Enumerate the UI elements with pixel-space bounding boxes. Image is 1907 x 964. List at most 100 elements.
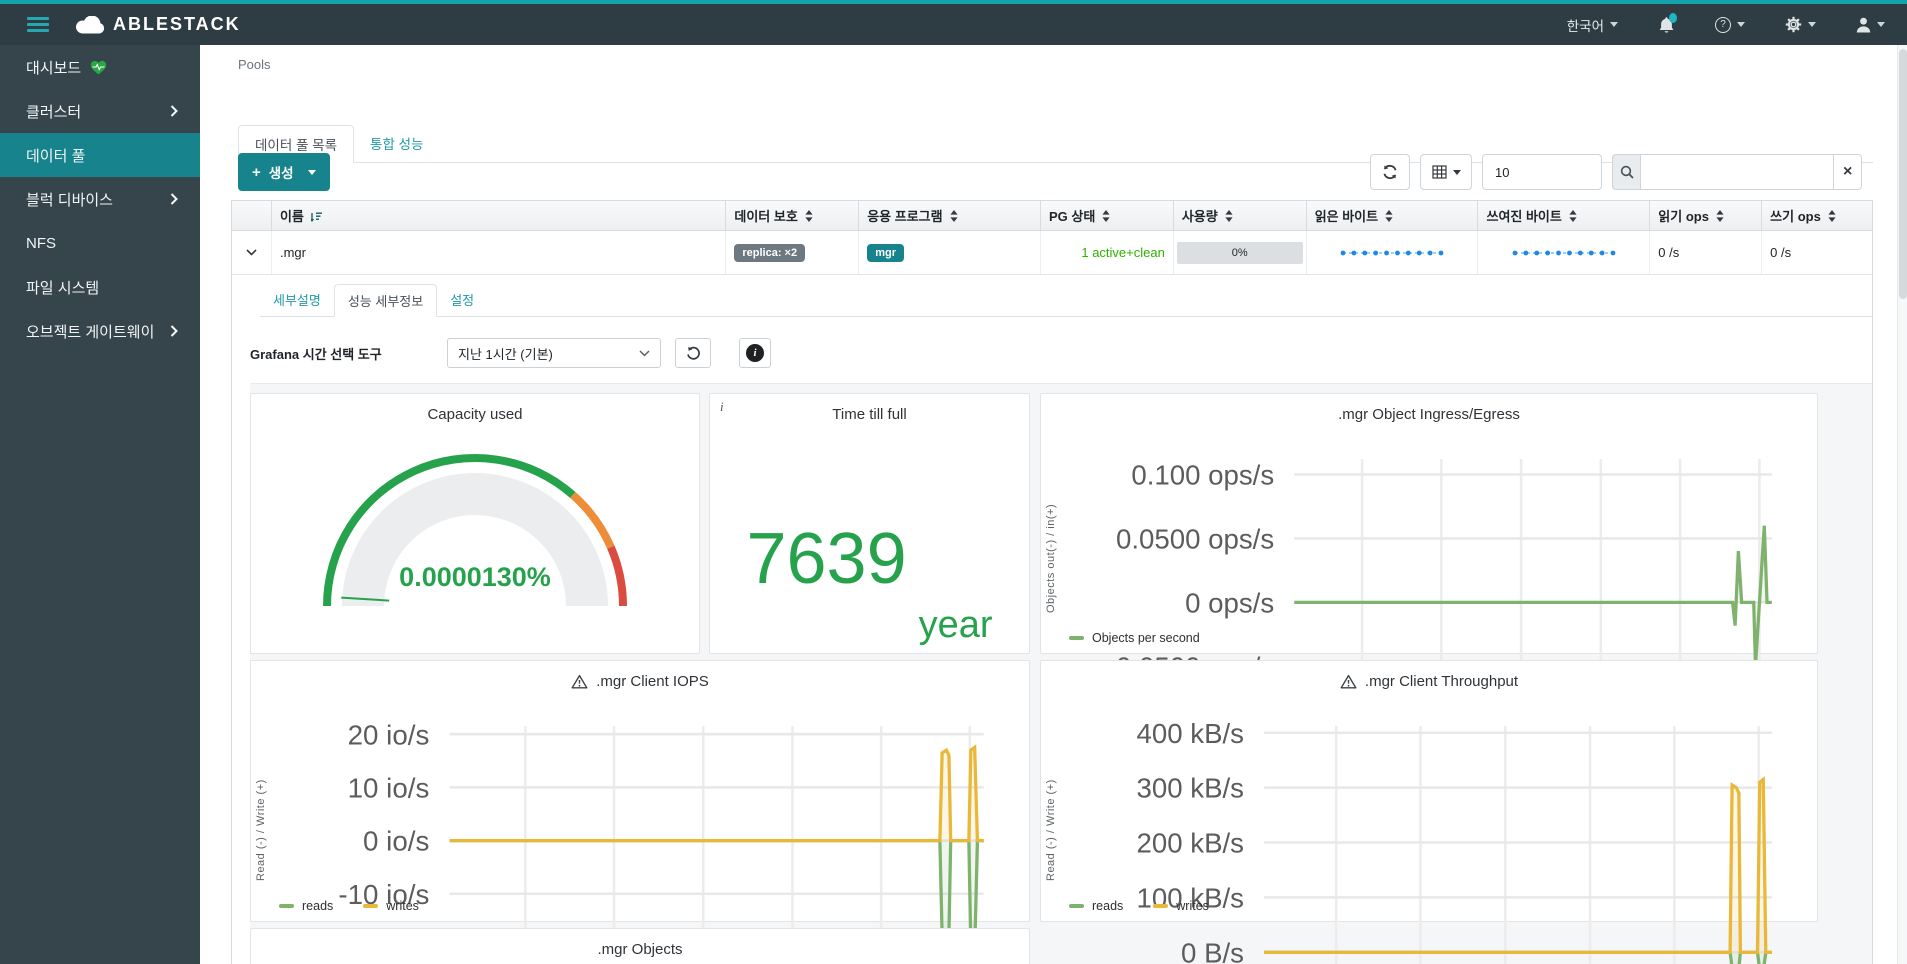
scrollbar-thumb[interactable] xyxy=(1899,49,1907,299)
expand-column-header xyxy=(232,201,272,230)
column-selector-button[interactable] xyxy=(1420,154,1472,190)
column-header-read-bytes[interactable]: 읽은 바이트 xyxy=(1307,201,1479,230)
search-input[interactable] xyxy=(1640,154,1834,190)
column-header-pg-status[interactable]: PG 상태 xyxy=(1041,201,1174,230)
tab-performance-details[interactable]: 성능 세부정보 xyxy=(333,284,438,317)
cell-read-ops: 0 /s xyxy=(1650,231,1763,274)
stat-value: 7639 xyxy=(746,518,907,599)
legend-label: Objects per second xyxy=(1092,631,1200,645)
legend-item[interactable]: reads xyxy=(1069,899,1123,913)
sidebar-nav: 대시보드 클러스터 데이터 풀 블럭 디바이스 NFS 파일 시스템 오브젝트 … xyxy=(0,45,200,964)
table-grid-icon xyxy=(1431,165,1447,179)
panel-title: .mgr Client IOPS xyxy=(596,672,709,690)
sidebar-item-filesystem[interactable]: 파일 시스템 xyxy=(0,265,200,309)
language-label: 한국어 xyxy=(1566,18,1604,34)
time-range-value: 지난 1시간 (기본) xyxy=(458,346,553,362)
column-header-write-ops[interactable]: 쓰기 ops xyxy=(1762,201,1872,230)
sort-icon xyxy=(1716,209,1724,222)
language-menu[interactable]: 한국어 xyxy=(1567,15,1618,35)
legend-item[interactable]: Objects per second xyxy=(1069,631,1200,645)
chevron-down-icon xyxy=(1808,22,1816,27)
panel-object-ingress-egress: .mgr Object Ingress/Egress Objects out(-… xyxy=(1040,393,1818,795)
chart-legend: reads writes xyxy=(1069,899,1209,913)
column-header-name[interactable]: 이름 xyxy=(272,201,727,230)
client-throughput-chart: 15:0015:1015:2015:3015:4015:50400 kB/s30… xyxy=(1137,718,1772,964)
table-header-row: 이름 데이터 보호 응용 프로그램 PG 상태 사용량 읽은 바이트 쓰여진 바… xyxy=(232,201,1872,231)
grafana-info-button[interactable]: i xyxy=(739,338,771,368)
cell-read-bytes xyxy=(1307,231,1479,274)
plus-icon: + xyxy=(252,163,261,181)
sort-icon xyxy=(949,209,958,222)
legend-item[interactable]: writes xyxy=(1153,899,1209,913)
usage-bar: 0% xyxy=(1176,241,1303,264)
notifications-button[interactable] xyxy=(1658,12,1677,34)
table-row[interactable]: .mgr replica: ×2 mgr 1 active+clean 0% 0… xyxy=(232,231,1872,275)
svg-text:0.100 ops/s: 0.100 ops/s xyxy=(1131,460,1274,491)
svg-text:0 B/s: 0 B/s xyxy=(1181,937,1244,964)
create-button[interactable]: + 생성 xyxy=(238,153,330,191)
cell-usage: 0% xyxy=(1174,231,1307,274)
heart-pulse-icon xyxy=(90,60,107,75)
column-header-application[interactable]: 응용 프로그램 xyxy=(859,201,1041,230)
gear-icon xyxy=(1785,16,1802,33)
settings-menu[interactable] xyxy=(1785,16,1816,33)
user-icon xyxy=(1856,17,1871,32)
sidebar-item-pools[interactable]: 데이터 풀 xyxy=(0,133,200,177)
chevron-right-icon xyxy=(170,105,178,117)
time-range-select[interactable]: 지난 1시간 (기본) xyxy=(447,338,661,368)
detail-tabbar: 세부설명 성능 세부정보 설정 xyxy=(260,284,1872,317)
grafana-time-row: Grafana 시간 선택 도구 지난 1시간 (기본) i xyxy=(250,338,771,368)
cell-application: mgr xyxy=(859,231,1041,274)
create-button-label: 생성 xyxy=(268,166,294,181)
legend-swatch xyxy=(1069,636,1084,640)
notification-badge xyxy=(1669,12,1677,23)
chevron-down-icon xyxy=(1610,22,1618,27)
breadcrumb: Pools xyxy=(238,57,271,72)
page-scrollbar xyxy=(1897,45,1907,964)
sidebar-item-block-devices[interactable]: 블럭 디바이스 xyxy=(0,177,200,221)
row-expand-toggle[interactable] xyxy=(232,231,272,274)
info-corner-icon: i xyxy=(720,399,724,414)
main-content: Pools 데이터 풀 목록 통합 성능 + 생성 10 × 이름 데이터 보호… xyxy=(200,45,1907,964)
chevron-down-icon xyxy=(639,349,650,357)
column-header-read-ops[interactable]: 읽기 ops xyxy=(1650,201,1763,230)
sort-icon xyxy=(1569,209,1577,222)
legend-label: writes xyxy=(1176,899,1209,913)
tab-configuration[interactable]: 설정 xyxy=(437,284,487,317)
legend-item[interactable]: reads xyxy=(279,899,333,913)
search-group: × xyxy=(1612,154,1862,190)
reset-time-button[interactable] xyxy=(675,338,711,368)
legend-item[interactable]: writes xyxy=(363,899,419,913)
help-icon: ? xyxy=(1715,16,1731,33)
sidebar-item-nfs[interactable]: NFS xyxy=(0,221,200,265)
tab-details[interactable]: 세부설명 xyxy=(260,284,334,317)
help-menu[interactable]: ? xyxy=(1715,16,1745,33)
cell-pool-name: .mgr xyxy=(272,231,727,274)
legend-label: reads xyxy=(302,899,334,913)
brand-logo[interactable]: ABLESTACK xyxy=(75,14,241,35)
chevron-down-icon xyxy=(307,169,316,175)
warning-icon xyxy=(571,674,588,688)
legend-label: writes xyxy=(386,899,419,913)
application-badge: mgr xyxy=(867,243,904,262)
sidebar-item-cluster[interactable]: 클러스터 xyxy=(0,89,200,133)
brand-name: ABLESTACK xyxy=(113,14,241,34)
svg-text:300 kB/s: 300 kB/s xyxy=(1137,773,1245,804)
column-header-written-bytes[interactable]: 쓰여진 바이트 xyxy=(1478,201,1651,230)
page-size-input[interactable] xyxy=(1482,154,1602,190)
legend-label: reads xyxy=(1092,899,1124,913)
column-header-protection[interactable]: 데이터 보호 xyxy=(726,201,860,230)
chevron-down-icon xyxy=(1452,169,1461,175)
app-window: ABLESTACK 한국어 ? 대시보드 클러스터 데이터 풀 블럭 디바이스 … xyxy=(0,0,1907,964)
refresh-button[interactable] xyxy=(1370,154,1410,190)
search-icon xyxy=(1620,165,1634,179)
sidebar-item-dashboard[interactable]: 대시보드 xyxy=(0,45,200,89)
search-clear-button[interactable]: × xyxy=(1833,154,1862,190)
menu-toggle-button[interactable] xyxy=(27,14,49,35)
svg-text:0 ops/s: 0 ops/s xyxy=(1185,587,1274,618)
sidebar-item-object-gateway[interactable]: 오브젝트 게이트웨이 xyxy=(0,309,200,353)
svg-text:0.0500 ops/s: 0.0500 ops/s xyxy=(1116,523,1274,554)
user-menu[interactable] xyxy=(1856,17,1885,33)
column-header-usage[interactable]: 사용량 xyxy=(1174,201,1307,230)
table-toolbar: + 생성 10 × xyxy=(238,153,1862,191)
